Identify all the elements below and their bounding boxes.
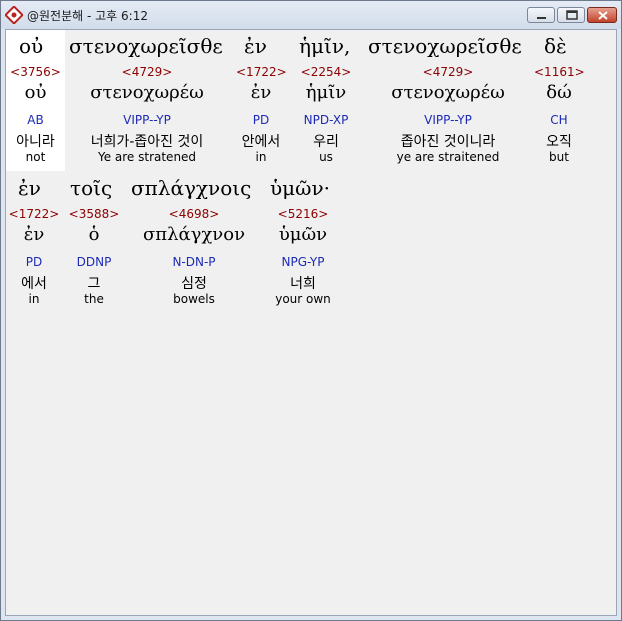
- greek-word: στενοχωρεῖσθε: [69, 34, 223, 58]
- english-gloss: in: [255, 150, 267, 164]
- lemma: ἡμῖν: [305, 82, 347, 103]
- lemma: ὁ: [88, 224, 100, 245]
- english-gloss: bowels: [173, 292, 215, 306]
- korean-gloss: 그: [87, 276, 101, 292]
- window-title: @원전분해 - 고후 6:12: [27, 9, 148, 23]
- greek-word: σπλάγχνοις: [131, 176, 252, 200]
- morph-code: VIPP--YP: [123, 113, 171, 127]
- analysis-panel: οὐ <3756> οὐ AB 아니라 not στενοχωρεῖσθε <4…: [5, 29, 617, 616]
- minimize-button[interactable]: [527, 7, 555, 23]
- lemma: ὑμῶν: [278, 224, 328, 245]
- title-bar[interactable]: @원전분해 - 고후 6:12: [1, 1, 621, 29]
- english-gloss: the: [84, 292, 104, 306]
- close-icon: [598, 11, 608, 20]
- strong-number: <1722>: [8, 207, 60, 221]
- korean-gloss: 너희가-좁아진 것이: [90, 134, 204, 150]
- strong-number: <3588>: [68, 207, 120, 221]
- english-gloss: not: [25, 150, 46, 164]
- english-gloss: your own: [275, 292, 331, 306]
- strong-number: <2254>: [300, 65, 352, 79]
- lemma: στενοχωρέω: [90, 82, 204, 103]
- strong-number: <1722>: [236, 65, 287, 79]
- korean-gloss: 안에서: [241, 134, 281, 150]
- morph-code: PD: [25, 255, 43, 269]
- english-gloss: us: [319, 150, 333, 164]
- lemma: σπλάγχνον: [142, 224, 246, 245]
- english-gloss: but: [549, 150, 569, 164]
- morph-code: DDNP: [76, 255, 112, 269]
- close-button[interactable]: [587, 7, 617, 23]
- lemma: ἐν: [23, 224, 45, 245]
- morph-code: PD: [252, 113, 270, 127]
- morph-code: AB: [27, 113, 44, 127]
- morph-code: N-DN-P: [172, 255, 216, 269]
- greek-word: στενοχωρεῖσθε: [368, 34, 522, 58]
- greek-word: οὐ: [19, 34, 44, 58]
- korean-gloss: 좁아진 것이니라: [400, 134, 496, 150]
- korean-gloss: 너희: [290, 276, 316, 292]
- korean-gloss: 우리: [313, 134, 339, 150]
- greek-word: ἐν: [18, 176, 41, 200]
- lemma: δώ: [546, 82, 572, 103]
- morph-code: NPD-XP: [303, 113, 349, 127]
- maximize-button[interactable]: [557, 7, 585, 23]
- app-logo-icon: [5, 6, 23, 24]
- lemma: ἐν: [250, 82, 272, 103]
- strong-number: <4698>: [168, 207, 220, 221]
- maximize-icon: [566, 10, 578, 20]
- greek-word: δὲ: [544, 34, 567, 58]
- english-gloss: Ye are stratened: [97, 150, 197, 164]
- english-gloss: in: [28, 292, 40, 306]
- greek-word: ἡμῖν,: [299, 34, 351, 58]
- strong-number: <3756>: [10, 65, 61, 79]
- strong-number: <4729>: [422, 65, 474, 79]
- morph-code: NPG-YP: [281, 255, 325, 269]
- app-window: @원전분해 - 고후 6:12 οὐ <3756> οὐ AB 아니라 not …: [0, 0, 622, 621]
- strong-number: <4729>: [121, 65, 173, 79]
- greek-word: τοῖς: [70, 176, 113, 200]
- strong-number: <1161>: [534, 65, 585, 79]
- korean-gloss: 아니라: [16, 134, 55, 150]
- greek-word: ἐν: [244, 34, 267, 58]
- lemma: στενοχωρέω: [391, 82, 505, 103]
- korean-gloss: 심정: [181, 276, 207, 292]
- greek-word: ὑμῶν·: [270, 176, 330, 200]
- morph-code: VIPP--YP: [424, 113, 472, 127]
- minimize-icon: [537, 17, 546, 19]
- lemma: οὐ: [24, 82, 47, 103]
- korean-gloss: 에서: [21, 276, 47, 292]
- morph-code: CH: [550, 113, 568, 127]
- english-gloss: ye are straitened: [396, 150, 500, 164]
- strong-number: <5216>: [277, 207, 329, 221]
- korean-gloss: 오직: [546, 134, 572, 150]
